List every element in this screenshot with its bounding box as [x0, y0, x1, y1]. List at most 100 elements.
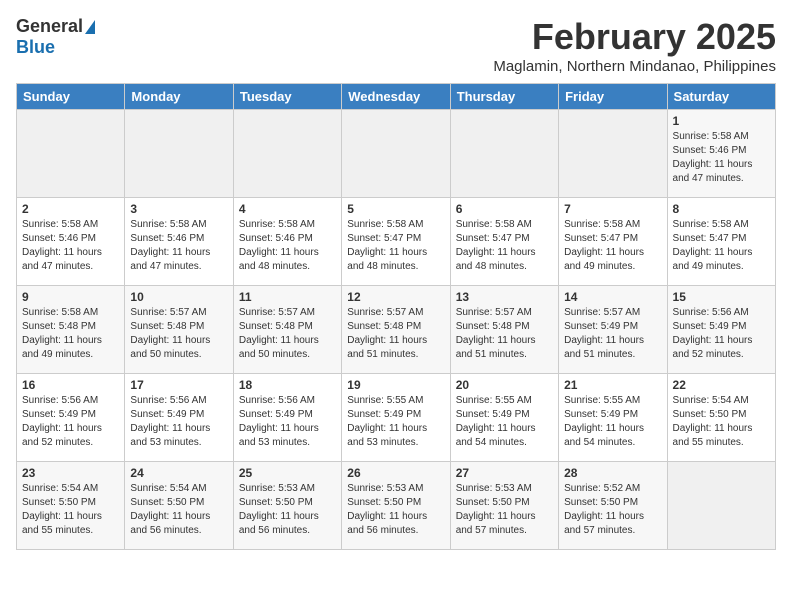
day-info: Sunrise: 5:57 AM Sunset: 5:48 PM Dayligh… — [456, 306, 553, 362]
day-info: Sunrise: 5:58 AM Sunset: 5:46 PM Dayligh… — [673, 130, 770, 186]
day-info: Sunrise: 5:56 AM Sunset: 5:49 PM Dayligh… — [22, 394, 119, 450]
day-info: Sunrise: 5:55 AM Sunset: 5:49 PM Dayligh… — [564, 394, 661, 450]
calendar-cell — [233, 110, 341, 198]
day-number: 26 — [347, 466, 444, 480]
logo-blue: Blue — [16, 37, 55, 58]
day-info: Sunrise: 5:55 AM Sunset: 5:49 PM Dayligh… — [347, 394, 444, 450]
day-info: Sunrise: 5:58 AM Sunset: 5:46 PM Dayligh… — [22, 218, 119, 274]
calendar-cell: 1 Sunrise: 5:58 AM Sunset: 5:46 PM Daylig… — [667, 110, 775, 198]
location-subtitle: Maglamin, Northern Mindanao, Philippines — [493, 58, 776, 75]
day-number: 22 — [673, 378, 770, 392]
calendar-cell: 20 Sunrise: 5:55 AM Sunset: 5:49 PM Dayli… — [450, 374, 558, 462]
col-header-friday: Friday — [559, 84, 667, 110]
day-info: Sunrise: 5:52 AM Sunset: 5:50 PM Dayligh… — [564, 482, 661, 538]
day-number: 24 — [130, 466, 227, 480]
day-number: 28 — [564, 466, 661, 480]
day-info: Sunrise: 5:57 AM Sunset: 5:48 PM Dayligh… — [347, 306, 444, 362]
day-number: 17 — [130, 378, 227, 392]
day-info: Sunrise: 5:58 AM Sunset: 5:47 PM Dayligh… — [456, 218, 553, 274]
col-header-thursday: Thursday — [450, 84, 558, 110]
col-header-tuesday: Tuesday — [233, 84, 341, 110]
day-number: 8 — [673, 202, 770, 216]
day-info: Sunrise: 5:58 AM Sunset: 5:47 PM Dayligh… — [673, 218, 770, 274]
calendar-cell: 16 Sunrise: 5:56 AM Sunset: 5:49 PM Dayli… — [17, 374, 125, 462]
day-number: 27 — [456, 466, 553, 480]
col-header-monday: Monday — [125, 84, 233, 110]
calendar-table: SundayMondayTuesdayWednesdayThursdayFrid… — [16, 83, 776, 550]
day-number: 21 — [564, 378, 661, 392]
day-info: Sunrise: 5:57 AM Sunset: 5:48 PM Dayligh… — [239, 306, 336, 362]
day-number: 19 — [347, 378, 444, 392]
col-header-saturday: Saturday — [667, 84, 775, 110]
calendar-cell: 17 Sunrise: 5:56 AM Sunset: 5:49 PM Dayli… — [125, 374, 233, 462]
calendar-cell: 9 Sunrise: 5:58 AM Sunset: 5:48 PM Daylig… — [17, 286, 125, 374]
day-number: 1 — [673, 114, 770, 128]
calendar-cell: 15Sunrise: 5:56 AM Sunset: 5:49 PM Dayli… — [667, 286, 775, 374]
day-info: Sunrise: 5:56 AM Sunset: 5:49 PM Dayligh… — [130, 394, 227, 450]
calendar-cell — [342, 110, 450, 198]
calendar-cell: 12 Sunrise: 5:57 AM Sunset: 5:48 PM Dayli… — [342, 286, 450, 374]
logo: General Blue — [16, 16, 95, 58]
logo-general: General — [16, 16, 83, 37]
page-title: February 2025 — [493, 16, 776, 58]
day-info: Sunrise: 5:54 AM Sunset: 5:50 PM Dayligh… — [22, 482, 119, 538]
calendar-cell: 21 Sunrise: 5:55 AM Sunset: 5:49 PM Dayli… — [559, 374, 667, 462]
day-number: 2 — [22, 202, 119, 216]
day-number: 6 — [456, 202, 553, 216]
day-number: 25 — [239, 466, 336, 480]
day-info: Sunrise: 5:58 AM Sunset: 5:47 PM Dayligh… — [564, 218, 661, 274]
day-info: Sunrise: 5:54 AM Sunset: 5:50 PM Dayligh… — [130, 482, 227, 538]
day-number: 20 — [456, 378, 553, 392]
day-info: Sunrise: 5:58 AM Sunset: 5:46 PM Dayligh… — [239, 218, 336, 274]
day-number: 18 — [239, 378, 336, 392]
calendar-cell: 4 Sunrise: 5:58 AM Sunset: 5:46 PM Daylig… — [233, 198, 341, 286]
day-info: Sunrise: 5:53 AM Sunset: 5:50 PM Dayligh… — [239, 482, 336, 538]
calendar-cell: 11 Sunrise: 5:57 AM Sunset: 5:48 PM Dayli… — [233, 286, 341, 374]
calendar-cell: 3Sunrise: 5:58 AM Sunset: 5:46 PM Daylig… — [125, 198, 233, 286]
calendar-cell: 2 Sunrise: 5:58 AM Sunset: 5:46 PM Daylig… — [17, 198, 125, 286]
day-number: 23 — [22, 466, 119, 480]
logo-triangle-icon — [85, 20, 95, 34]
calendar-cell: 7 Sunrise: 5:58 AM Sunset: 5:47 PM Daylig… — [559, 198, 667, 286]
day-info: Sunrise: 5:58 AM Sunset: 5:48 PM Dayligh… — [22, 306, 119, 362]
day-number: 11 — [239, 290, 336, 304]
calendar-cell: 13 Sunrise: 5:57 AM Sunset: 5:48 PM Dayli… — [450, 286, 558, 374]
day-number: 16 — [22, 378, 119, 392]
calendar-cell — [559, 110, 667, 198]
calendar-cell: 26 Sunrise: 5:53 AM Sunset: 5:50 PM Dayli… — [342, 462, 450, 550]
calendar-cell: 18 Sunrise: 5:56 AM Sunset: 5:49 PM Dayli… — [233, 374, 341, 462]
calendar-cell: 8 Sunrise: 5:58 AM Sunset: 5:47 PM Daylig… — [667, 198, 775, 286]
day-info: Sunrise: 5:55 AM Sunset: 5:49 PM Dayligh… — [456, 394, 553, 450]
calendar-cell: 6 Sunrise: 5:58 AM Sunset: 5:47 PM Daylig… — [450, 198, 558, 286]
day-info: Sunrise: 5:57 AM Sunset: 5:49 PM Dayligh… — [564, 306, 661, 362]
day-info: Sunrise: 5:53 AM Sunset: 5:50 PM Dayligh… — [347, 482, 444, 538]
day-number: 4 — [239, 202, 336, 216]
day-info: Sunrise: 5:56 AM Sunset: 5:49 PM Dayligh… — [239, 394, 336, 450]
col-header-wednesday: Wednesday — [342, 84, 450, 110]
calendar-cell: 27Sunrise: 5:53 AM Sunset: 5:50 PM Dayli… — [450, 462, 558, 550]
title-block: February 2025 Maglamin, Northern Mindana… — [493, 16, 776, 75]
calendar-cell: 22 Sunrise: 5:54 AM Sunset: 5:50 PM Dayli… — [667, 374, 775, 462]
calendar-cell: 19 Sunrise: 5:55 AM Sunset: 5:49 PM Dayli… — [342, 374, 450, 462]
calendar-cell: 23 Sunrise: 5:54 AM Sunset: 5:50 PM Dayli… — [17, 462, 125, 550]
calendar-cell: 5 Sunrise: 5:58 AM Sunset: 5:47 PM Daylig… — [342, 198, 450, 286]
calendar-cell — [125, 110, 233, 198]
calendar-cell — [17, 110, 125, 198]
day-number: 7 — [564, 202, 661, 216]
calendar-cell: 24 Sunrise: 5:54 AM Sunset: 5:50 PM Dayli… — [125, 462, 233, 550]
day-number: 9 — [22, 290, 119, 304]
day-number: 5 — [347, 202, 444, 216]
calendar-cell: 14 Sunrise: 5:57 AM Sunset: 5:49 PM Dayli… — [559, 286, 667, 374]
day-number: 14 — [564, 290, 661, 304]
calendar-cell: 25 Sunrise: 5:53 AM Sunset: 5:50 PM Dayli… — [233, 462, 341, 550]
calendar-cell: 28 Sunrise: 5:52 AM Sunset: 5:50 PM Dayli… — [559, 462, 667, 550]
day-info: Sunrise: 5:58 AM Sunset: 5:47 PM Dayligh… — [347, 218, 444, 274]
day-number: 12 — [347, 290, 444, 304]
day-number: 15 — [673, 290, 770, 304]
col-header-sunday: Sunday — [17, 84, 125, 110]
calendar-cell — [667, 462, 775, 550]
calendar-cell — [450, 110, 558, 198]
day-info: Sunrise: 5:54 AM Sunset: 5:50 PM Dayligh… — [673, 394, 770, 450]
day-number: 13 — [456, 290, 553, 304]
page-header: General Blue February 2025 Maglamin, Nor… — [16, 16, 776, 75]
